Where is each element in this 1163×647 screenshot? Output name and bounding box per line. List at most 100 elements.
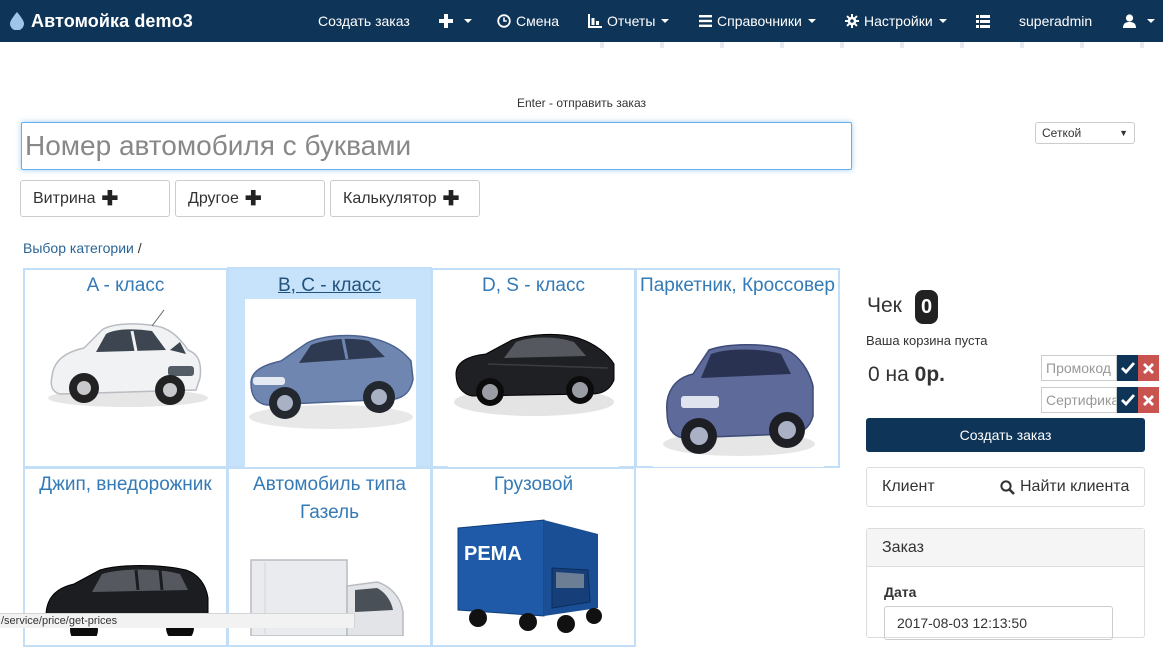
plus-icon: ✚ (244, 187, 262, 210)
nav-reports[interactable]: Отчеты (588, 0, 670, 42)
category-name: B, C - класс (277, 275, 381, 296)
nav-shift-label: Смена (516, 13, 560, 29)
category-bc-class[interactable]: B, C - класс (227, 267, 432, 468)
category-image (245, 299, 416, 468)
menu-lines-icon (699, 15, 712, 27)
nav-references[interactable]: Справочники (699, 0, 816, 42)
plus-icon: ✚ (442, 187, 460, 210)
chevron-down-icon (938, 19, 947, 23)
category-truck[interactable]: Грузовой PEMA (431, 467, 636, 647)
category-name: A - класс (86, 275, 165, 296)
svg-text:PEMA: PEMA (464, 543, 522, 565)
receipt-title: Чек (867, 294, 902, 317)
cart-total-count: 0 на (868, 363, 909, 386)
find-client-button[interactable]: Найти клиента (1000, 478, 1129, 496)
certificate-input[interactable]: Сертификат (1041, 387, 1117, 413)
gear-icon (845, 14, 859, 28)
other-button-label: Другое (188, 189, 239, 207)
close-icon (1143, 362, 1154, 374)
enter-hint-text: Enter - отправить заказ (517, 96, 646, 110)
crossover-car-image (663, 343, 815, 456)
plus-icon: ✚ (101, 187, 119, 210)
chevron-down-icon (661, 19, 670, 23)
create-order-button-label: Создать заказ (959, 427, 1052, 443)
category-crossover[interactable]: Паркетник, Кроссовер (635, 268, 840, 468)
category-image (653, 326, 824, 467)
status-bar-url: /service/price/get-prices (0, 613, 355, 628)
order-panel-title: Заказ (867, 529, 1144, 567)
top-navbar: Автомойка demo3 Создать заказ Смена Отче… (0, 0, 1163, 42)
chevron-down-icon: ▼ (1119, 128, 1128, 138)
promo-code-placeholder: Промокод (1046, 360, 1111, 376)
nav-create-order[interactable]: Создать заказ (318, 0, 410, 42)
cart-empty-message: Ваша корзина пуста (866, 333, 988, 348)
client-panel: Клиент Найти клиента (866, 467, 1145, 507)
nav-references-label: Справочники (717, 13, 802, 29)
list-icon (976, 14, 990, 28)
category-name: D, S - класс (481, 275, 585, 296)
lorry-truck-image: PEMA (457, 519, 602, 633)
nav-username[interactable]: superadmin (1019, 0, 1092, 42)
certificate-apply-button[interactable] (1117, 387, 1138, 413)
category-name: Грузовой (493, 474, 574, 495)
category-name: Джип, внедорожник (39, 474, 212, 495)
calculator-button-label: Калькулятор (343, 189, 437, 207)
view-mode-select[interactable]: Сеткой ▼ (1035, 122, 1135, 144)
water-drop-icon (10, 12, 24, 30)
nav-add-dropdown[interactable] (439, 0, 472, 42)
chevron-down-icon (807, 19, 816, 23)
nav-reports-label: Отчеты (607, 13, 656, 29)
order-panel: Заказ Дата 2017-08-03 12:13:50 (866, 528, 1145, 640)
category-image (40, 298, 211, 427)
create-order-button[interactable]: Создать заказ (866, 418, 1145, 452)
certificate-clear-button[interactable] (1138, 387, 1159, 413)
clock-icon (497, 14, 511, 28)
brand-name: Автомойка demo3 (31, 10, 193, 31)
chevron-down-icon (1147, 19, 1155, 23)
promo-code-input[interactable]: Промокод (1041, 355, 1117, 381)
category-name: Паркетник, Кроссовер (640, 275, 835, 296)
category-a-class[interactable]: A - класс (23, 268, 228, 468)
breadcrumb-separator: / (137, 240, 142, 256)
find-client-label: Найти клиента (1020, 478, 1130, 495)
receipt-count-badge: 0 (915, 290, 938, 324)
hatchback-car-image (48, 309, 208, 407)
checkmark-icon (1120, 394, 1135, 406)
category-image (448, 298, 619, 467)
hidden-toolbar-remnant (600, 42, 1160, 48)
brand[interactable]: Автомойка demo3 (10, 0, 193, 42)
chart-icon (588, 14, 602, 28)
luxury-car-image (454, 333, 615, 416)
category-ds-class[interactable]: D, S - класс (431, 268, 636, 468)
license-plate-input[interactable] (21, 122, 852, 170)
nav-shift[interactable]: Смена (497, 0, 559, 42)
close-icon (1143, 394, 1154, 406)
nav-settings[interactable]: Настройки (845, 0, 947, 42)
certificate-placeholder: Сертификат (1046, 392, 1116, 408)
promo-apply-button[interactable] (1117, 355, 1138, 381)
order-date-input[interactable]: 2017-08-03 12:13:50 (884, 606, 1113, 640)
other-button[interactable]: Другое ✚ (175, 180, 325, 217)
chevron-down-icon (464, 19, 472, 23)
checkmark-icon (1120, 362, 1135, 374)
user-icon (1123, 14, 1136, 28)
breadcrumb: Выбор категории / (23, 240, 142, 256)
nav-user-menu[interactable] (1123, 0, 1155, 42)
order-date-label: Дата (884, 584, 917, 600)
nav-username-label: superadmin (1019, 13, 1093, 29)
promo-clear-button[interactable] (1138, 355, 1159, 381)
cart-total-amount: 0р. (914, 363, 945, 386)
showcase-button-label: Витрина (33, 189, 96, 207)
sedan-car-image (249, 334, 414, 429)
category-image: PEMA (448, 498, 619, 636)
nav-list[interactable] (976, 0, 995, 42)
cart-total: 0 на 0р. (868, 363, 945, 387)
view-mode-value: Сеткой (1042, 126, 1082, 140)
client-label: Клиент (882, 478, 935, 495)
search-icon (1000, 479, 1015, 495)
category-name: Автомобиль типа Газель (253, 474, 406, 523)
calculator-button[interactable]: Калькулятор ✚ (330, 180, 480, 217)
plus-icon (439, 14, 453, 28)
showcase-button[interactable]: Витрина ✚ (20, 180, 170, 217)
breadcrumb-categories-link[interactable]: Выбор категории (23, 240, 134, 256)
